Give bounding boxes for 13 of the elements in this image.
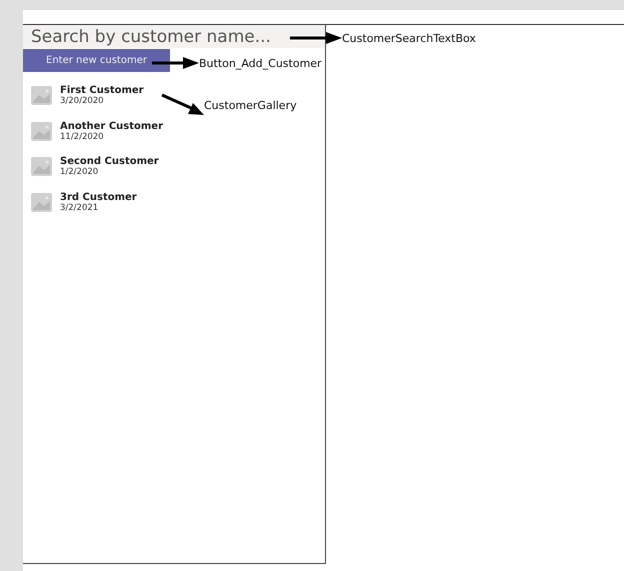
customer-date: 1/2/2020 [60,167,100,178]
customer-name[interactable]: Second Customer [60,156,159,168]
customer-name[interactable]: First Customer [60,85,144,96]
customer-date: 3/2/2021 [60,202,100,213]
annotation-label: Button_Add_Customer [199,56,322,70]
customer-name[interactable]: 3rd Customer [60,192,137,203]
search-field[interactable]: Search by customer name... [23,25,325,48]
customer-date: 11/2/2020 [60,132,105,142]
customer-name[interactable]: Another Customer [60,120,164,132]
add-customer-button[interactable]: Enter new customer [23,49,170,72]
customer-date: 3/20/2020 [60,96,105,106]
annotation-label: CustomerGallery [204,98,297,112]
annotation-label: CustomerSearchTextBox [342,32,476,44]
